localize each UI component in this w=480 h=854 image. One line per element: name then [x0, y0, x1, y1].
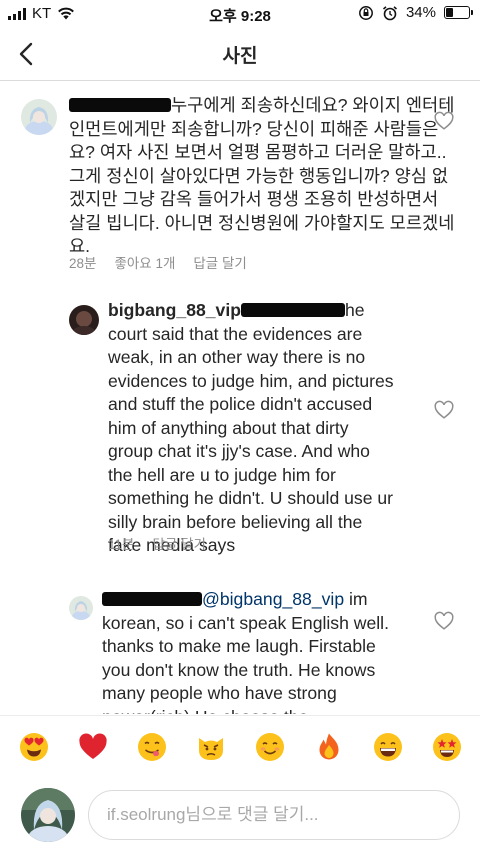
comment-meta: 11분 답글 달기	[108, 533, 206, 553]
like-button[interactable]	[433, 399, 455, 421]
fire-emoji-button[interactable]	[314, 732, 344, 762]
comment-text: bigbang_88_vip he court said that the evi…	[108, 300, 394, 555]
comment-composer	[0, 777, 480, 854]
red-heart-icon	[79, 733, 107, 759]
heart-outline-icon	[434, 400, 454, 419]
smiling-face-emoji-button[interactable]	[255, 732, 285, 762]
grinning-face-icon	[374, 733, 402, 761]
redacted-username	[240, 303, 345, 317]
reply-button[interactable]: 답글 달기	[152, 533, 205, 553]
comment-item: 누구에게 죄송하신데요? 와이지 엔터테인먼트에게만 죄송합니까? 당신이 피해…	[0, 82, 480, 282]
redacted-username	[69, 98, 171, 112]
comment-input[interactable]	[88, 790, 460, 840]
reply-item: bigbang_88_vip he court said that the evi…	[0, 292, 480, 562]
commenter-avatar[interactable]	[69, 596, 93, 620]
pouting-cat-emoji-button[interactable]	[196, 732, 226, 762]
reply-item: @bigbang_88_vip im korean, so i can't sp…	[0, 582, 480, 714]
chevron-left-icon	[19, 42, 33, 66]
status-right: 34%	[358, 4, 473, 21]
alarm-icon	[382, 5, 397, 20]
emoji-bar	[0, 715, 480, 777]
comment-time: 28분	[69, 256, 97, 271]
heart-outline-icon	[434, 111, 454, 130]
like-count[interactable]: 좋아요 1개	[114, 252, 175, 272]
smiling-face-icon	[256, 733, 284, 761]
header: 사진	[0, 28, 480, 81]
comment-text: @bigbang_88_vip im korean, so i can't sp…	[102, 589, 389, 714]
comment-list: 누구에게 죄송하신데요? 와이지 엔터테인먼트에게만 죄송합니까? 당신이 피해…	[0, 82, 480, 714]
reply-button[interactable]: 답글 달기	[193, 252, 246, 272]
pouting-cat-icon	[199, 738, 223, 760]
grinning-face-emoji-button[interactable]	[373, 732, 403, 762]
back-button[interactable]	[10, 36, 46, 72]
orientation-lock-icon	[359, 5, 373, 20]
face-savoring-icon	[138, 733, 166, 761]
mention-link[interactable]: @bigbang_88_vip	[202, 589, 344, 609]
user-avatar	[21, 788, 75, 842]
face-savoring-emoji-button[interactable]	[137, 732, 167, 762]
comment-text: 누구에게 죄송하신데요? 와이지 엔터테인먼트에게만 죄송합니까? 당신이 피해…	[69, 95, 455, 256]
comment-meta: 28분 좋아요 1개 답글 달기	[69, 252, 247, 272]
status-bar: KT 오후 9:28 34%	[0, 0, 480, 28]
fire-icon	[319, 733, 339, 760]
battery-percent: 34%	[405, 4, 436, 21]
star-struck-emoji-button[interactable]	[432, 732, 462, 762]
comment-time: 11분	[108, 537, 135, 552]
star-struck-icon	[433, 733, 461, 761]
like-button[interactable]	[433, 610, 455, 632]
heart-outline-icon	[434, 611, 454, 630]
battery-icon	[444, 6, 473, 19]
redacted-username	[102, 592, 202, 606]
commenter-avatar[interactable]	[21, 99, 57, 135]
like-button[interactable]	[433, 110, 455, 132]
commenter-avatar[interactable]	[69, 305, 99, 335]
heart-eyes-icon	[20, 733, 48, 761]
heart-eyes-emoji-button[interactable]	[19, 732, 49, 762]
comment-username[interactable]: bigbang_88_vip	[108, 300, 241, 320]
page-title: 사진	[222, 46, 258, 67]
red-heart-emoji-button[interactable]	[78, 732, 108, 762]
